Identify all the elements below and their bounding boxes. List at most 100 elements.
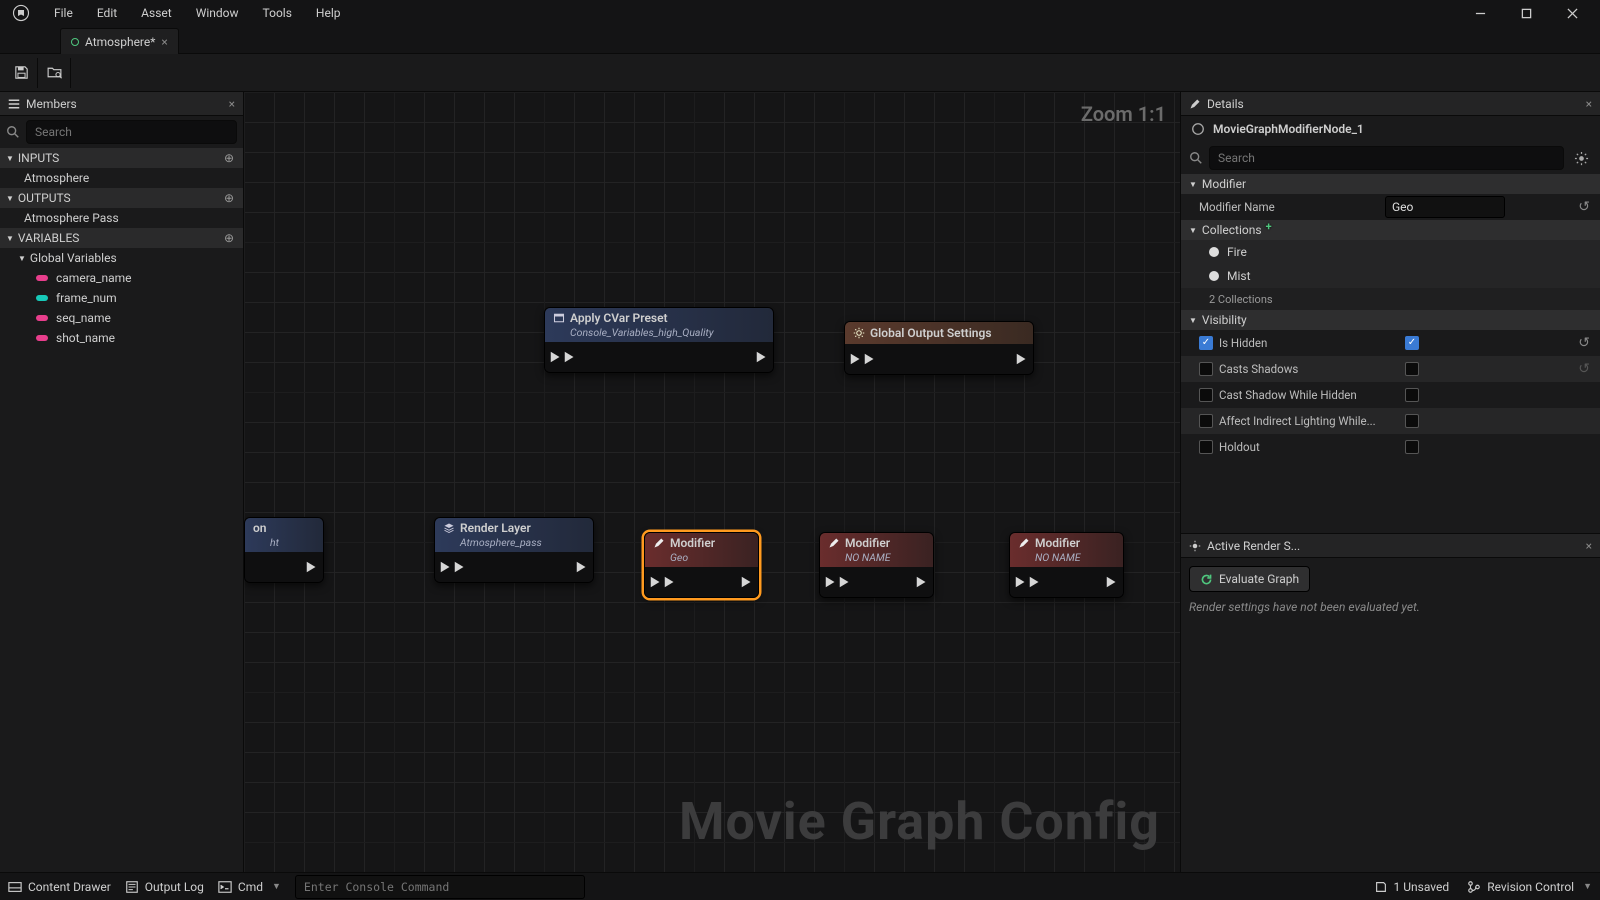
menu-asset[interactable]: Asset: [131, 2, 182, 24]
node-global-output-settings[interactable]: Global Output Settings: [844, 321, 1034, 375]
variable-item-camera_name[interactable]: camera_name: [0, 268, 243, 288]
window-maximize-button[interactable]: [1504, 0, 1548, 26]
layers-icon: [443, 522, 455, 534]
casts-shadows-override-checkbox[interactable]: [1199, 362, 1213, 376]
details-search-input[interactable]: [1209, 146, 1564, 170]
node-subtitle: Console_Variables_high_Quality: [570, 326, 765, 339]
collection-item-fire[interactable]: Fire: [1181, 240, 1600, 264]
node-modifier-noname-2[interactable]: Modifier NO NAME: [1009, 532, 1124, 598]
output-port[interactable]: [740, 575, 754, 589]
chevron-down-icon: ▼: [1189, 226, 1197, 235]
members-panel: Members × ▼ INPUTS ⊕ Atmosphere ▼ OUTPUT…: [0, 92, 244, 872]
menu-help[interactable]: Help: [306, 2, 351, 24]
inputs-section-header[interactable]: ▼ INPUTS ⊕: [0, 148, 243, 168]
reset-is-hidden-button[interactable]: ↺: [1578, 335, 1590, 351]
node-modifier-geo[interactable]: Modifier Geo: [644, 532, 759, 598]
save-button[interactable]: [6, 58, 38, 88]
tab-close-button[interactable]: ×: [161, 35, 167, 49]
casts-shadows-value-checkbox[interactable]: [1405, 362, 1419, 376]
affect-indirect-override-checkbox[interactable]: [1199, 414, 1213, 428]
active-render-settings-close-button[interactable]: ×: [1586, 539, 1592, 553]
members-search-input[interactable]: [26, 120, 237, 144]
menu-edit[interactable]: Edit: [87, 2, 127, 24]
holdout-value-checkbox[interactable]: [1405, 440, 1419, 454]
input-port[interactable]: [849, 352, 877, 366]
cast-shadow-hidden-row: Cast Shadow While Hidden: [1181, 382, 1600, 408]
node-render-layer[interactable]: Render Layer Atmosphere_pass: [434, 517, 594, 583]
output-port[interactable]: [575, 560, 589, 574]
output-port[interactable]: [305, 560, 319, 574]
window-minimize-button[interactable]: [1458, 0, 1502, 26]
output-port[interactable]: [1015, 352, 1029, 366]
details-settings-button[interactable]: [1570, 147, 1592, 169]
add-input-button[interactable]: ⊕: [221, 150, 237, 166]
collections-category-header[interactable]: ▼ Collections: [1181, 220, 1600, 240]
modifier-name-row: Modifier Name ↺: [1181, 194, 1600, 220]
members-close-button[interactable]: ×: [229, 97, 235, 111]
casts-shadows-label: Casts Shadows: [1219, 362, 1399, 376]
members-tab[interactable]: Members ×: [0, 92, 243, 116]
content-drawer-button[interactable]: Content Drawer: [8, 880, 111, 894]
output-port[interactable]: [755, 350, 769, 364]
menu-tools[interactable]: Tools: [253, 2, 302, 24]
menu-window[interactable]: Window: [186, 2, 249, 24]
right-panel: Details × MovieGraphModifierNode_1 ▼Modi…: [1180, 92, 1600, 872]
window-close-button[interactable]: [1550, 0, 1594, 26]
variable-item-seq_name[interactable]: seq_name: [0, 308, 243, 328]
details-object-row: MovieGraphModifierNode_1: [1181, 116, 1600, 142]
active-render-settings-tab[interactable]: Active Render S... ×: [1181, 534, 1600, 558]
console-command-input[interactable]: [295, 875, 585, 899]
main-menu: File Edit Asset Window Tools Help: [44, 2, 351, 24]
outputs-section-header[interactable]: ▼ OUTPUTS ⊕: [0, 188, 243, 208]
input-item-atmosphere[interactable]: Atmosphere: [0, 168, 243, 188]
cmd-dropdown[interactable]: Cmd▼: [218, 880, 281, 894]
affect-indirect-value-checkbox[interactable]: [1405, 414, 1419, 428]
output-item-atmosphere-pass[interactable]: Atmosphere Pass: [0, 208, 243, 228]
global-variables-header[interactable]: ▼ Global Variables: [0, 248, 243, 268]
details-search-row: [1181, 142, 1600, 174]
asset-tab-atmosphere[interactable]: Atmosphere* ×: [60, 28, 179, 54]
modifier-category-header[interactable]: ▼Modifier: [1181, 174, 1600, 194]
add-output-button[interactable]: ⊕: [221, 190, 237, 206]
reset-modifier-name-button[interactable]: ↺: [1578, 199, 1590, 215]
node-modifier-noname-1[interactable]: Modifier NO NAME: [819, 532, 934, 598]
details-close-button[interactable]: ×: [1586, 97, 1592, 111]
unsaved-indicator[interactable]: 1 Unsaved: [1374, 880, 1450, 894]
collections-category-label: Collections: [1202, 223, 1262, 237]
evaluate-graph-button[interactable]: Evaluate Graph: [1189, 566, 1310, 592]
modifier-name-label: Modifier Name: [1199, 200, 1379, 214]
collection-item-mist[interactable]: Mist: [1181, 264, 1600, 288]
active-render-settings-panel: Active Render S... × Evaluate Graph Rend…: [1181, 533, 1600, 872]
browse-button[interactable]: [39, 58, 71, 88]
input-port[interactable]: [439, 560, 467, 574]
input-port[interactable]: [549, 350, 577, 364]
cast-shadow-hidden-value-checkbox[interactable]: [1405, 388, 1419, 402]
menu-file[interactable]: File: [44, 2, 83, 24]
is-hidden-value-checkbox[interactable]: [1405, 336, 1419, 350]
output-port[interactable]: [1105, 575, 1119, 589]
output-port[interactable]: [915, 575, 929, 589]
output-log-button[interactable]: Output Log: [125, 880, 204, 894]
node-title: Render Layer: [460, 521, 531, 535]
input-port[interactable]: [824, 575, 852, 589]
modifier-name-input[interactable]: [1385, 196, 1505, 218]
input-port[interactable]: [1014, 575, 1042, 589]
details-tab[interactable]: Details ×: [1181, 92, 1600, 116]
cast-shadow-hidden-override-checkbox[interactable]: [1199, 388, 1213, 402]
node-fragment[interactable]: on ht: [244, 517, 324, 583]
visibility-category-header[interactable]: ▼Visibility: [1181, 310, 1600, 330]
holdout-row: Holdout: [1181, 434, 1600, 460]
reset-casts-shadows-button[interactable]: ↺: [1578, 361, 1590, 377]
node-apply-cvar-preset[interactable]: Apply CVar Preset Console_Variables_high…: [544, 307, 774, 373]
revision-control-button[interactable]: Revision Control▼: [1467, 880, 1592, 894]
input-port[interactable]: [649, 575, 677, 589]
holdout-override-checkbox[interactable]: [1199, 440, 1213, 454]
is-hidden-override-checkbox[interactable]: [1199, 336, 1213, 350]
variable-item-shot_name[interactable]: shot_name: [0, 328, 243, 348]
variables-section-header[interactable]: ▼ VARIABLES ⊕: [0, 228, 243, 248]
graph-canvas[interactable]: Zoom 1:1 Movie Graph Config Apply CVar P…: [244, 92, 1180, 872]
asset-tab-strip: Atmosphere* ×: [0, 26, 1600, 54]
canvas-watermark: Movie Graph Config: [679, 791, 1160, 852]
add-variable-button[interactable]: ⊕: [221, 230, 237, 246]
variable-item-frame_num[interactable]: frame_num: [0, 288, 243, 308]
